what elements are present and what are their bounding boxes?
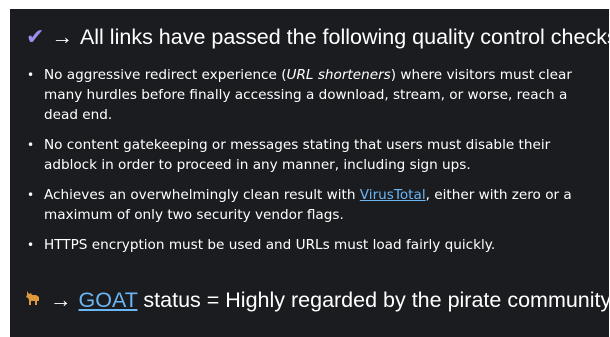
arrow-icon: → — [51, 25, 73, 49]
goat-icon-svg — [26, 291, 39, 305]
checks-list: • No aggressive redirect experience (URL … — [10, 65, 609, 265]
list-item: • No content gatekeeping or messages stat… — [27, 137, 551, 173]
heading-text: All links have passed the following qual… — [79, 25, 610, 49]
goat-status-line: → GOAT status = Highly regarded by the pi… — [24, 287, 610, 315]
goat-link[interactable]: GOAT — [79, 288, 138, 312]
goat-icon — [24, 289, 42, 315]
quality-checks-heading: ✔ → All links have passed the following qu… — [26, 24, 610, 51]
page: ✔ → All links have passed the following qu… — [0, 0, 610, 337]
virustotal-link[interactable]: VirusTotal — [360, 187, 426, 203]
bullet-icon: • — [27, 68, 35, 82]
emphasis-text: URL shorteners — [286, 67, 391, 83]
bullet-icon: • — [27, 238, 35, 252]
list-item: • Achieves an overwhelmingly clean result… — [27, 187, 572, 223]
bullet-icon: • — [27, 138, 35, 152]
quality-checks-panel: ✔ → All links have passed the following qu… — [10, 9, 610, 337]
goat-status-text: status = Highly regarded by the pirate c… — [137, 288, 610, 312]
list-item: • No aggressive redirect experience (URL … — [27, 67, 572, 123]
arrow-icon: → — [50, 288, 72, 312]
check-icon: ✔ — [26, 25, 45, 50]
list-item: • HTTPS encryption must be used and URLs … — [27, 237, 496, 253]
bullet-icon: • — [27, 188, 35, 202]
